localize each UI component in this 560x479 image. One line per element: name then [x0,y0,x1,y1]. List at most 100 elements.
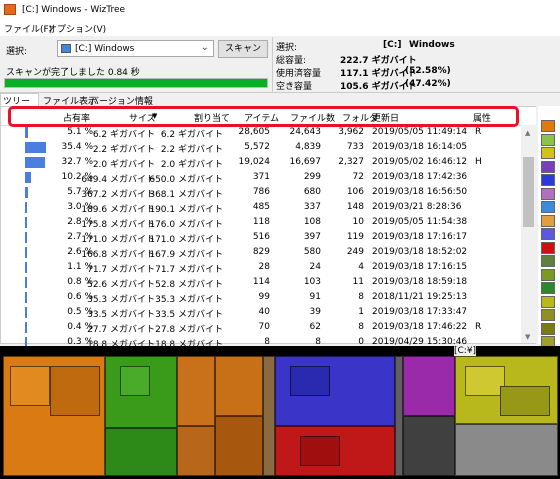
table-row[interactable]: 0.8 % 52.6 メガバイト 52.8 メガバイト 114 103 11 2019/03… [1,275,521,290]
cell-items: 485 [252,202,270,212]
info-used-label: 使用済容量 [276,69,322,79]
table-row[interactable]: 32.7 % 2.0 ギガバイト 2.0 ギガバイト 19,024 16,697 2,32… [1,155,521,170]
scan-button[interactable]: スキャン [218,40,268,58]
cell-size: 189.6 メガバイト [81,205,155,215]
info-total-label: 総容量: [276,56,307,66]
cell-attr: R [475,127,482,137]
cell-folders: 249 [346,247,364,257]
cell-modified: 2019/03/18 16:56:50 [372,187,468,197]
scan-status: スキャンが完了しました 0.84 秒 [6,68,140,78]
treemap-block[interactable] [177,426,215,476]
menu-file[interactable]: ファイル(F) [4,22,52,35]
cell-attr: H [475,157,482,167]
cell-modified: 2019/03/18 18:59:18 [372,277,468,287]
cell-items: 371 [252,172,270,182]
cell-folders: 72 [352,172,364,182]
scroll-down-icon[interactable]: ▼ [525,333,530,341]
treemap-block[interactable] [403,416,455,476]
cell-size: 649.4 メガバイト [81,175,155,185]
usage-bar [25,247,27,258]
treemap-block[interactable] [263,356,275,476]
cell-modified: 2019/03/18 16:14:05 [372,142,468,152]
cell-modified: 2018/11/21 19:25:13 [372,292,468,302]
vertical-scrollbar[interactable]: ▲ ▼ [521,125,536,343]
legend-swatch [541,133,555,146]
cell-pct: 5.1 % [67,127,93,137]
cell-folders: 106 [346,187,364,197]
treemap-block[interactable] [395,356,403,476]
legend-swatch [541,187,555,200]
treemap[interactable] [0,346,560,479]
cell-modified: 2019/03/18 17:16:17 [372,232,468,242]
treemap-block[interactable] [10,366,50,406]
cell-files: 397 [303,232,321,242]
cell-folders: 11 [352,277,364,287]
table-row[interactable]: 5.7 % 367.2 メガバイト 368.1 メガバイト 786 680 106 2019… [1,185,521,200]
cell-folders: 3,962 [338,127,364,137]
app-icon [4,4,16,15]
usage-bar [25,127,29,138]
cell-files: 108 [303,217,321,227]
info-free-label: 空き容量 [276,82,313,92]
table-row[interactable]: 5.1 % 6.2 ギガバイト 6.2 ギガバイト 28,605 24,643 3,962… [1,125,521,140]
treemap-block[interactable] [455,424,558,476]
treemap-block[interactable] [120,366,150,396]
cell-files: 16,697 [289,157,322,167]
cell-files: 62 [309,322,321,332]
cell-files: 24 [309,262,321,272]
treemap-block[interactable] [105,428,177,476]
legend-swatch [541,214,555,227]
cell-items: 28,605 [238,127,271,137]
table-row[interactable]: 0.6 % 35.3 メガバイト 35.3 メガバイト 99 91 8 2018/11/21… [1,290,521,305]
legend-swatch [541,228,555,240]
table-row[interactable]: 2.7 % 171.0 メガバイト 171.0 メガバイト 516 397 119 2019… [1,230,521,245]
table-row[interactable]: 2.6 % 166.8 メガバイト 167.9 メガバイト 829 580 249 2019… [1,245,521,260]
usage-bar [25,172,32,183]
cell-folders: 1 [358,307,364,317]
treemap-block[interactable] [215,356,263,416]
treemap-block[interactable] [465,366,505,396]
cell-size: 71.7 メガバイト [87,265,155,275]
table-row[interactable]: 0.5 % 33.5 メガバイト 33.5 メガバイト 40 39 1 2019/03/18… [1,305,521,320]
legend-swatch [541,309,555,321]
info-selected-drive: [C:] [383,40,402,50]
cell-size: 175.8 メガバイト [81,220,155,230]
treemap-root-label: [C:¥] [454,346,477,356]
cell-size: 27.7 メガバイト [87,325,155,335]
tab-tree-view[interactable]: ツリー表示 [0,93,39,120]
table-row[interactable]: 3.0 % 189.6 メガバイト 190.1 メガバイト 485 337 148 2019… [1,200,521,215]
legend-swatch [541,322,555,335]
treemap-block[interactable] [50,366,100,416]
scroll-thumb[interactable] [523,157,534,227]
treemap-block[interactable] [500,386,550,416]
treemap-block[interactable] [290,366,330,396]
cell-modified: 2019/03/21 8:28:36 [372,202,462,212]
treemap-block[interactable] [215,416,263,476]
cell-modified: 2019/03/18 17:33:47 [372,307,468,317]
menu-options[interactable]: オプション(V) [48,22,106,35]
cell-size: 2.0 ギガバイト [92,160,155,170]
cell-alloc: 6.2 ギガバイト [160,130,223,140]
table-row[interactable]: 10.2 % 649.4 メガバイト 650.0 メガバイト 371 299 72 2019… [1,170,521,185]
legend-swatch [541,282,555,294]
cell-size: 171.0 メガバイト [81,235,155,245]
cell-folders: 8 [358,292,364,302]
table-row[interactable]: 0.4 % 27.7 メガバイト 27.8 メガバイト 70 62 8 2019/03/18… [1,320,521,335]
cell-folders: 119 [346,232,364,242]
treemap-block[interactable] [403,356,455,416]
cell-modified: 2019/03/18 18:52:02 [372,247,468,257]
cell-size: 6.2 ギガバイト [92,130,155,140]
cell-size: 166.8 メガバイト [81,250,155,260]
table-row[interactable]: 1.1 % 71.7 メガバイト 71.7 メガバイト 28 24 4 2019/03/18… [1,260,521,275]
treemap-block[interactable] [177,356,215,426]
cell-alloc: 35.3 メガバイト [155,295,223,305]
chevron-down-icon: ⌄ [200,42,209,53]
table-row[interactable]: 2.8 % 175.8 メガバイト 176.0 メガバイト 118 108 10 2019/… [1,215,521,230]
treemap-block[interactable] [300,436,340,466]
cell-alloc: 33.5 メガバイト [155,310,223,320]
cell-items: 19,024 [238,157,271,167]
drive-dropdown[interactable]: [C:] Windows ⌄ [57,40,214,57]
table-row[interactable]: 35.4 % 2.2 ギガバイト 2.2 ギガバイト 5,572 4,839 733 201… [1,140,521,155]
cell-alloc: 190.1 メガバイト [149,205,223,215]
scroll-up-icon[interactable]: ▲ [525,129,530,137]
